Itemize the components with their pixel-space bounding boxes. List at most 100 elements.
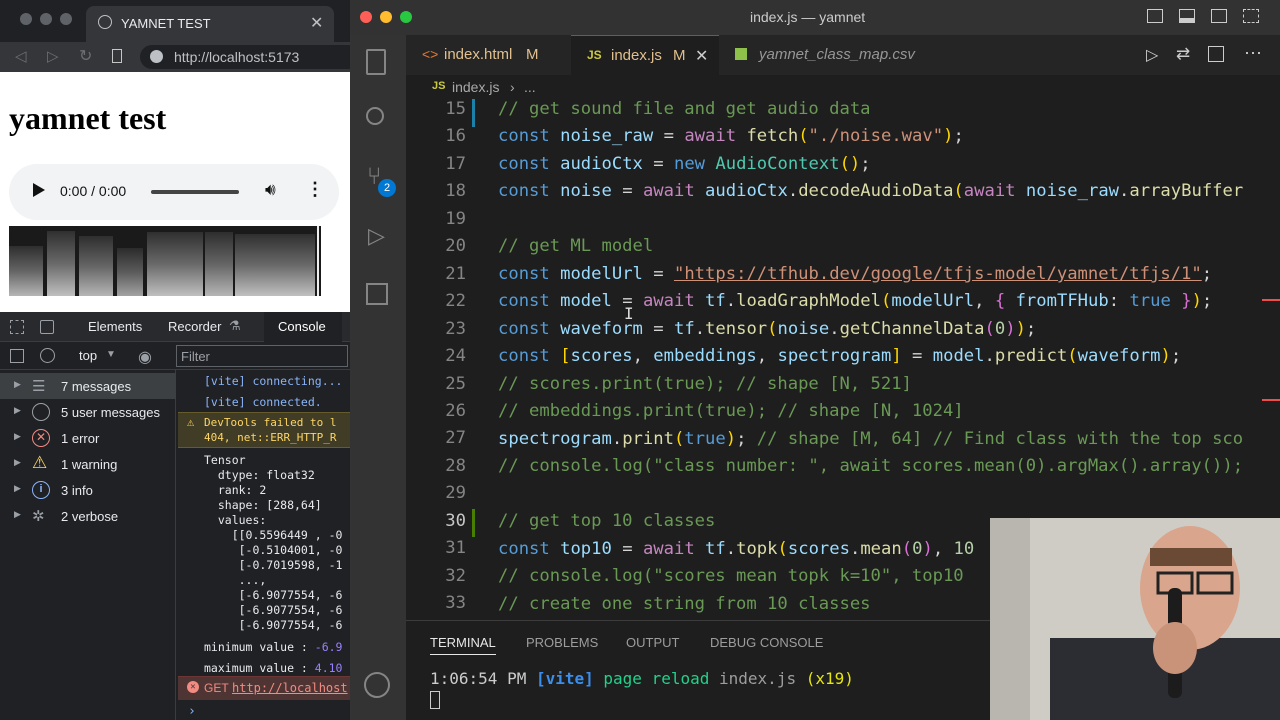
- breadcrumb-file[interactable]: index.js: [452, 79, 499, 95]
- info-icon[interactable]: [150, 50, 163, 63]
- console-prompt-icon[interactable]: ›: [188, 704, 196, 719]
- expand-icon[interactable]: ▶: [14, 431, 21, 442]
- tab-index-html[interactable]: <> index.html M: [406, 35, 571, 75]
- dropdown-icon[interactable]: ▼: [106, 349, 116, 360]
- modified-badge: M: [673, 47, 686, 64]
- device-toolbar-icon[interactable]: [40, 320, 54, 334]
- code-line: const waveform = tf.tensor(noise.getChan…: [498, 319, 1037, 339]
- close-window-button[interactable]: [20, 13, 32, 25]
- volume-icon[interactable]: 🔊︎: [265, 180, 276, 200]
- audio-progress-bar[interactable]: [151, 190, 239, 194]
- minimize-window-button[interactable]: [40, 13, 52, 25]
- page-heading: yamnet test: [9, 100, 167, 136]
- modified-line-indicator: [472, 99, 475, 127]
- tab-elements[interactable]: Elements: [88, 319, 142, 334]
- error-method: GET: [204, 681, 232, 695]
- filter-input[interactable]: Filter: [176, 345, 348, 367]
- address-bar[interactable]: http://localhost:5173: [140, 45, 350, 69]
- extensions-icon[interactable]: [366, 283, 388, 305]
- more-options-icon[interactable]: ⋮: [306, 179, 324, 200]
- sidebar-item-warnings[interactable]: ▶ ⚠ 1 warning: [0, 451, 176, 477]
- search-icon[interactable]: [366, 107, 384, 125]
- play-icon[interactable]: [33, 183, 45, 197]
- close-tab-icon[interactable]: ✕: [695, 46, 708, 66]
- more-actions-icon[interactable]: ⋯: [1244, 43, 1262, 64]
- window-title: index.js — yamnet: [750, 9, 866, 25]
- expand-icon[interactable]: ▶: [14, 405, 21, 416]
- close-window-button[interactable]: [360, 11, 372, 23]
- reload-icon[interactable]: ↻: [79, 46, 92, 66]
- browser-tab[interactable]: YAMNET TEST ✕: [86, 6, 334, 42]
- terminal-tag: [vite]: [535, 669, 594, 688]
- minimap-marker: [1262, 299, 1280, 301]
- expand-icon[interactable]: ▶: [14, 483, 21, 494]
- line-number: 33: [445, 593, 466, 613]
- clear-console-icon[interactable]: [40, 348, 55, 363]
- console-output: [vite] connecting... [vite] connected. ⚠…: [178, 370, 350, 720]
- expand-icon[interactable]: ▶: [14, 379, 21, 390]
- tab-index-js[interactable]: JS index.js M ✕: [571, 35, 719, 75]
- tab-terminal[interactable]: TERMINAL: [430, 635, 496, 655]
- tab-console[interactable]: Console: [264, 312, 342, 342]
- sidebar-item-info[interactable]: ▶ i 3 info: [0, 477, 176, 503]
- breadcrumb-more[interactable]: ...: [524, 79, 536, 95]
- webcam-overlay: [990, 518, 1280, 720]
- code-line: // get ML model: [498, 236, 653, 256]
- run-debug-icon[interactable]: ▷: [368, 223, 385, 249]
- error-url-link[interactable]: http://localhost: [232, 681, 348, 695]
- browser-tab-bar: YAMNET TEST ✕: [0, 0, 350, 42]
- customize-layout-icon[interactable]: [1243, 9, 1259, 23]
- bookmark-icon[interactable]: [112, 49, 122, 63]
- console-message: maximum value : 4.10: [204, 661, 342, 675]
- code-line: // embeddings.print(true); // shape [N, …: [498, 401, 964, 421]
- console-message: values:: [204, 513, 267, 527]
- close-tab-icon[interactable]: ✕: [310, 13, 323, 33]
- sidebar-item-user-messages[interactable]: ▶ 5 user messages: [0, 399, 176, 425]
- line-number: 23: [445, 319, 466, 339]
- console-message: [[0.5596449 , -0: [204, 528, 343, 542]
- tab-recorder[interactable]: Recorder: [168, 319, 221, 334]
- modified-badge: M: [526, 46, 539, 63]
- tab-output[interactable]: OUTPUT: [626, 635, 679, 650]
- toggle-sidebar-icon[interactable]: [1147, 9, 1163, 23]
- sidebar-item-verbose[interactable]: ▶ ✲ 2 verbose: [0, 503, 176, 529]
- back-icon[interactable]: ◁: [15, 47, 27, 65]
- sidebar-toggle-icon[interactable]: [10, 349, 24, 363]
- inspect-icon[interactable]: [10, 320, 24, 334]
- expand-icon[interactable]: ▶: [14, 509, 21, 520]
- minimap-marker: [1262, 399, 1280, 401]
- expand-icon[interactable]: ▶: [14, 457, 21, 468]
- tab-debug-console[interactable]: DEBUG CONSOLE: [710, 635, 823, 650]
- minimize-window-button[interactable]: [380, 11, 392, 23]
- text-cursor-icon: I: [624, 304, 634, 323]
- toggle-secondary-sidebar-icon[interactable]: [1211, 9, 1227, 23]
- code-line: // console.log("scores mean topk k=10", …: [498, 566, 964, 586]
- breadcrumb-separator-icon: ›: [510, 79, 515, 95]
- forward-icon[interactable]: ▷: [47, 47, 59, 65]
- sidebar-item-errors[interactable]: ▶ ✕ 1 error: [0, 425, 176, 451]
- context-selector[interactable]: top: [79, 348, 97, 363]
- run-icon[interactable]: ▷: [1146, 45, 1158, 65]
- split-editor-icon[interactable]: [1208, 46, 1224, 62]
- bug-icon: ✲: [32, 508, 45, 525]
- explorer-icon[interactable]: [366, 49, 386, 75]
- min-value: -6.9: [314, 640, 343, 654]
- audio-player[interactable]: 0:00 / 0:00 🔊︎ ⋮: [9, 164, 339, 220]
- terminal-cursor[interactable]: [430, 691, 440, 709]
- code-line: // scores.print(true); // shape [N, 521]: [498, 374, 912, 394]
- toggle-panel-icon[interactable]: [1179, 9, 1195, 23]
- sidebar-item-messages[interactable]: ▶ ☰ 7 messages: [0, 373, 176, 399]
- line-number: 21: [445, 264, 466, 284]
- zoom-window-button[interactable]: [400, 11, 412, 23]
- eye-icon[interactable]: ◉: [138, 347, 152, 367]
- account-icon[interactable]: [364, 672, 390, 698]
- terminal-output: 1:06:54 PM [vite] page reload index.js (…: [430, 669, 854, 688]
- tab-yamnet-class-map[interactable]: yamnet_class_map.csv: [719, 35, 929, 75]
- console-warning: ⚠ DevTools failed to l 404, net::ERR_HTT…: [178, 412, 350, 448]
- spectrogram-canvas: [9, 226, 321, 296]
- tab-problems[interactable]: PROBLEMS: [526, 635, 598, 650]
- tab-label: index.js: [611, 47, 662, 64]
- open-changes-icon[interactable]: ⇄: [1176, 44, 1190, 64]
- code-url-link[interactable]: "https://tfhub.dev/google/tfjs-model/yam…: [674, 264, 1202, 284]
- zoom-window-button[interactable]: [60, 13, 72, 25]
